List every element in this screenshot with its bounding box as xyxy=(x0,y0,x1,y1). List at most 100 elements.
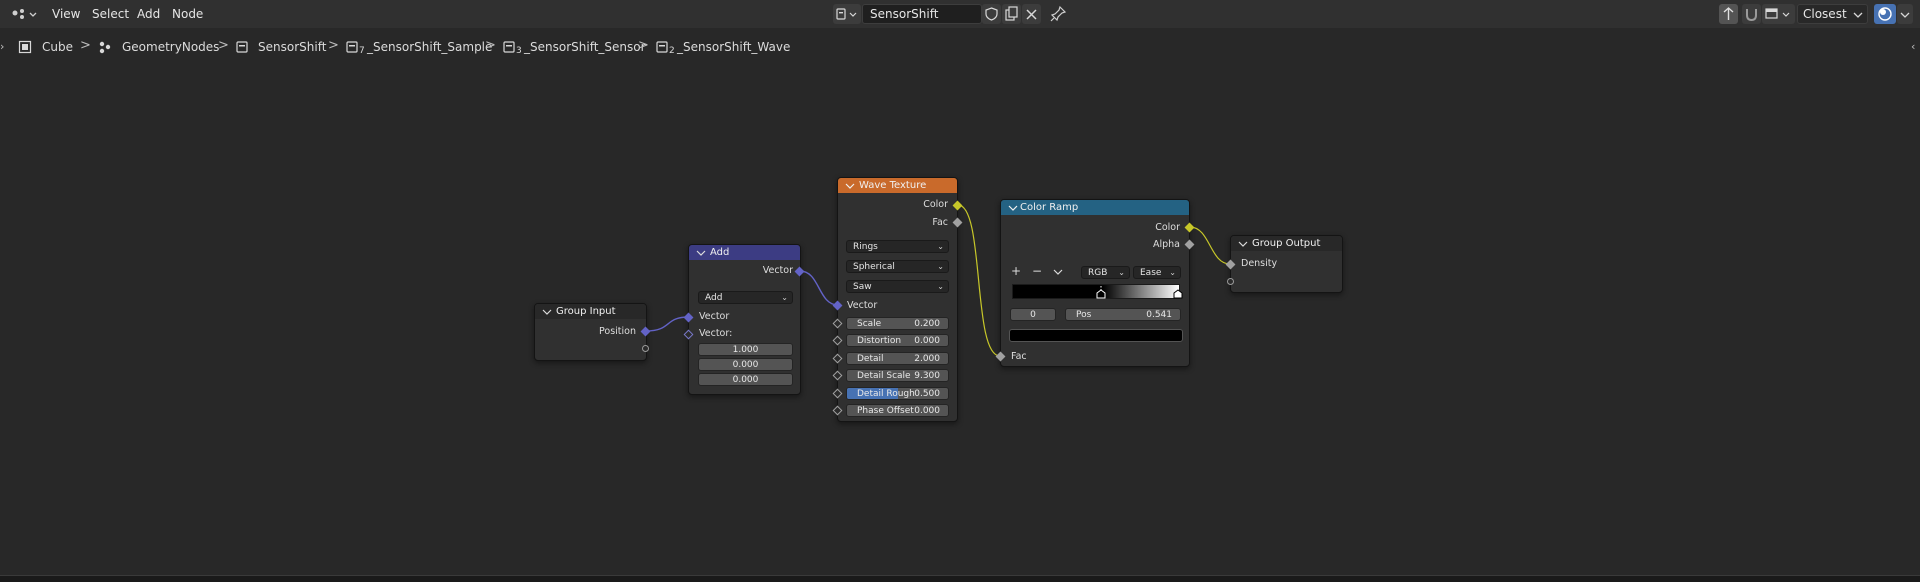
node-tree-icon xyxy=(236,41,248,53)
node-group-output[interactable]: Group Output Density xyxy=(1230,235,1343,293)
pin-icon xyxy=(1050,5,1067,22)
interpolation-dropdown[interactable]: Ease ⌄ xyxy=(1133,266,1181,279)
active-stop-index: 0 xyxy=(1030,310,1036,320)
chevron-down-icon[interactable] xyxy=(696,248,706,258)
browse-node-tree-button[interactable] xyxy=(833,4,861,24)
phase-offset-field[interactable]: Phase Offset 0.000 xyxy=(846,404,949,417)
overlay-icon xyxy=(1878,7,1892,21)
chevron-down-icon[interactable] xyxy=(1052,267,1064,279)
field-label: Detail Scale xyxy=(857,371,911,381)
field-label: Phase Offset xyxy=(857,406,914,416)
unlink-button[interactable] xyxy=(1022,4,1041,24)
color-stop-handle[interactable] xyxy=(1173,286,1183,300)
vector-y-value: 0.000 xyxy=(732,360,759,370)
pin-button[interactable] xyxy=(1048,4,1068,24)
active-stop-index-field[interactable]: 0 xyxy=(1010,308,1056,321)
profile-dropdown[interactable]: Saw ⌄ xyxy=(846,280,949,293)
field-value: 0.500 xyxy=(914,389,940,399)
menu-view[interactable]: View xyxy=(52,7,80,21)
direction-dropdown[interactable]: Spherical ⌄ xyxy=(846,260,949,273)
node-tree-name: SensorShift xyxy=(870,7,939,21)
breadcrumb-separator: > xyxy=(485,38,496,53)
output-label: Vector xyxy=(762,265,793,276)
breadcrumb-separator: > xyxy=(218,38,229,53)
chevron-down-icon[interactable] xyxy=(1008,203,1018,213)
field-value: 0.000 xyxy=(914,336,940,346)
breadcrumb-item: Cube xyxy=(42,40,73,54)
node-tree-name-field[interactable]: SensorShift xyxy=(862,4,982,24)
color-mode-value: RGB xyxy=(1088,268,1108,278)
field-label: Detail Rough xyxy=(857,389,915,399)
chevron-down-icon[interactable] xyxy=(1238,239,1248,249)
node-editor-icon xyxy=(12,9,37,19)
node-title: Group Output xyxy=(1252,238,1321,249)
fake-user-button[interactable] xyxy=(982,4,1001,24)
field-label: Scale xyxy=(857,319,882,329)
chevron-down-icon[interactable] xyxy=(845,181,855,191)
input-label: Vector xyxy=(847,300,878,311)
duplicate-icon xyxy=(1005,6,1018,21)
node-group-icon xyxy=(656,41,668,53)
interpolation-dropdown[interactable]: Closest xyxy=(1797,4,1868,24)
node-title: Color Ramp xyxy=(1020,202,1079,213)
operation-dropdown[interactable]: Add ⌄ xyxy=(698,291,793,304)
output-label: Color xyxy=(923,199,948,210)
add-stop-button[interactable]: + xyxy=(1011,264,1021,278)
node-title: Add xyxy=(710,247,730,258)
sidebar-toggle-arrow[interactable]: › xyxy=(0,40,4,53)
detail-roughness-field[interactable]: Detail Rough 0.500 xyxy=(846,387,949,400)
snap-element-dropdown[interactable] xyxy=(1762,4,1795,24)
socket-empty-output[interactable] xyxy=(642,345,649,352)
menu-add[interactable]: Add xyxy=(137,7,160,21)
scale-field[interactable]: Scale 0.200 xyxy=(846,317,949,330)
color-stop-handle-active[interactable] xyxy=(1096,286,1106,300)
node-group-icon xyxy=(503,41,515,53)
breadcrumb-separator: > xyxy=(80,38,91,53)
overlays-dropdown[interactable] xyxy=(1897,4,1913,24)
socket-empty-input[interactable] xyxy=(1227,278,1234,285)
node-group-icon xyxy=(346,41,358,53)
input-label: Fac xyxy=(1011,351,1027,362)
duplicate-button[interactable] xyxy=(1002,4,1021,24)
wave-type-dropdown[interactable]: Rings ⌄ xyxy=(846,240,949,253)
detail-scale-field[interactable]: Detail Scale 9.300 xyxy=(846,369,949,382)
node-vector-math-add[interactable]: Add Vector Add ⌄ Vector Vector: 1.000 0.… xyxy=(688,244,801,395)
interpolation-value: Ease xyxy=(1140,268,1162,278)
wave-type-value: Rings xyxy=(853,242,878,252)
breadcrumb-separator: > xyxy=(638,38,649,53)
parent-node-tree-button[interactable] xyxy=(1719,4,1738,24)
detail-field[interactable]: Detail 2.000 xyxy=(846,352,949,365)
node-wave-texture[interactable]: Wave Texture Color Fac Rings ⌄ Spherical… xyxy=(837,177,958,422)
vector-z-field[interactable]: 0.000 xyxy=(698,373,793,386)
node-editor-canvas[interactable] xyxy=(0,28,1920,575)
chevron-down-icon: ⌄ xyxy=(1169,268,1176,277)
remove-stop-button[interactable]: − xyxy=(1032,264,1042,278)
stop-position-field[interactable]: Pos 0.541 xyxy=(1065,308,1181,321)
shield-icon xyxy=(985,7,998,21)
stop-color-swatch[interactable] xyxy=(1009,329,1183,342)
editor-type-selector[interactable] xyxy=(8,5,38,24)
menu-select[interactable]: Select xyxy=(92,7,129,21)
chevron-down-icon[interactable] xyxy=(542,307,552,317)
output-label: Position xyxy=(599,326,636,337)
close-icon xyxy=(1026,9,1037,20)
field-label: Detail xyxy=(857,354,884,364)
vector-y-field[interactable]: 0.000 xyxy=(698,358,793,371)
node-title: Group Input xyxy=(556,306,616,317)
color-mode-dropdown[interactable]: RGB ⌄ xyxy=(1081,266,1130,279)
sidebar-toggle-arrow-right[interactable]: ‹ xyxy=(1911,40,1915,53)
direction-value: Spherical xyxy=(853,262,895,272)
snap-toggle[interactable] xyxy=(1742,4,1761,24)
overlays-toggle[interactable] xyxy=(1874,4,1896,24)
distortion-field[interactable]: Distortion 0.000 xyxy=(846,334,949,347)
node-group-input[interactable]: Group Input Position xyxy=(534,303,647,361)
node-color-ramp[interactable]: Color Ramp Color Alpha + − RGB ⌄ Ease ⌄ … xyxy=(1000,199,1190,367)
field-label: Distortion xyxy=(857,336,902,346)
breadcrumb-item: SensorShift xyxy=(258,40,327,54)
menu-node[interactable]: Node xyxy=(172,7,203,21)
vector-x-field[interactable]: 1.000 xyxy=(698,343,793,356)
chevron-down-icon: ⌄ xyxy=(937,242,944,251)
profile-value: Saw xyxy=(853,282,872,292)
modifier-icon xyxy=(99,41,111,54)
vector-z-value: 0.000 xyxy=(732,375,759,385)
